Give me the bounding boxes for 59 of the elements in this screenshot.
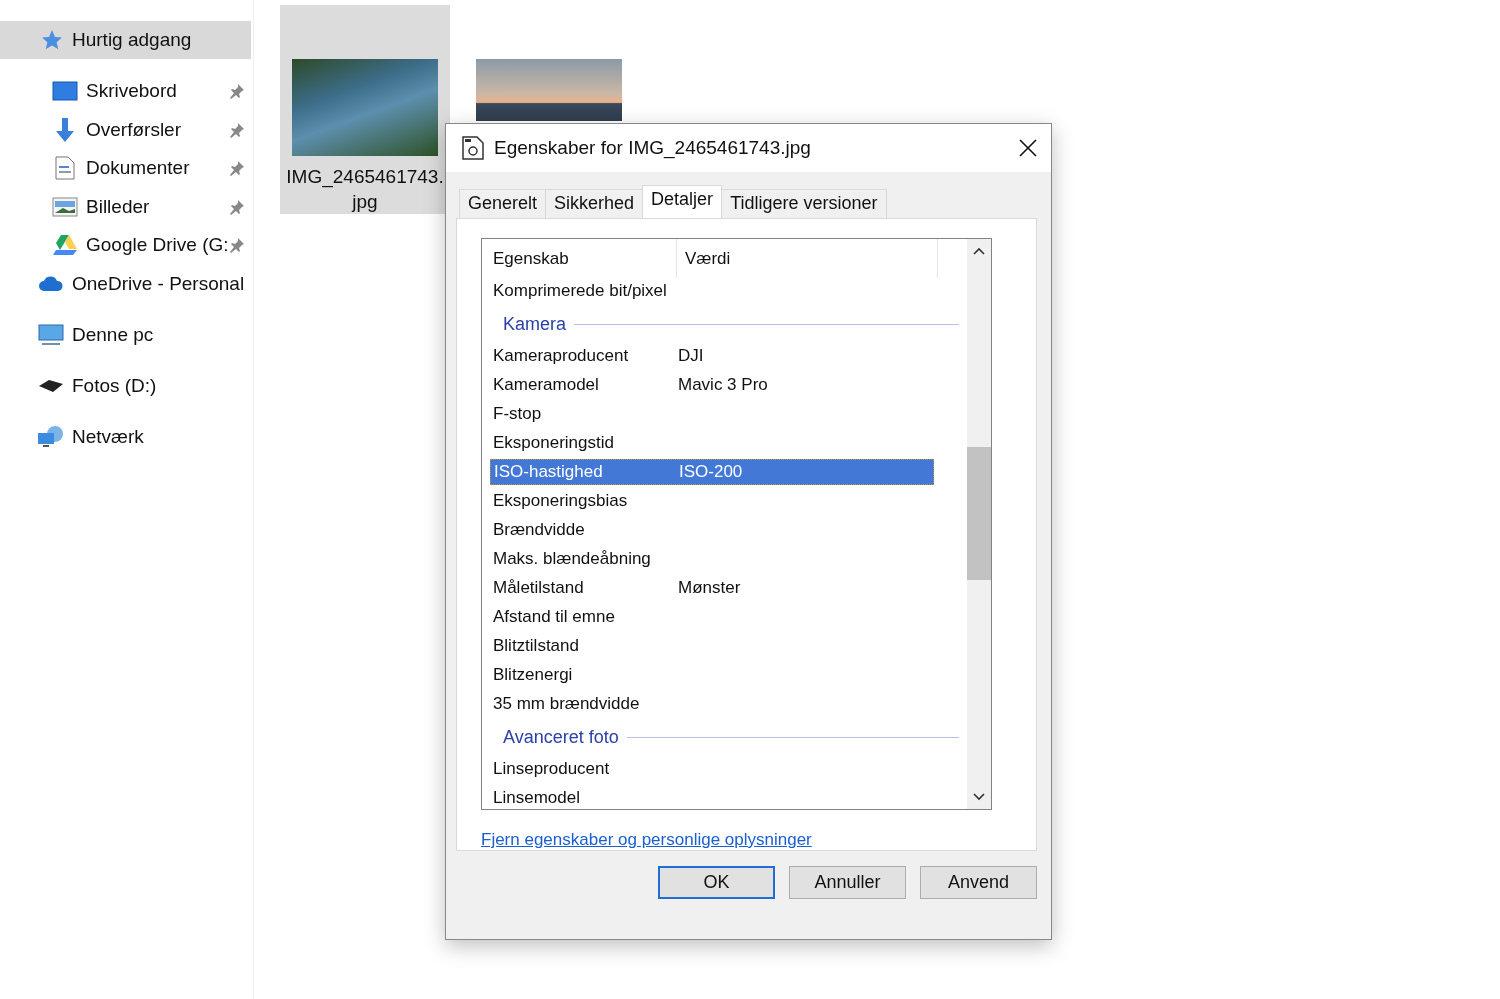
nav-item[interactable]: Denne pc <box>0 315 251 354</box>
column-header[interactable]: Egenskab <box>490 239 677 278</box>
network-icon <box>37 424 65 449</box>
drive-icon <box>38 377 64 394</box>
scrollbar-thumb[interactable] <box>967 447 991 580</box>
pin-icon[interactable] <box>229 160 245 177</box>
pin-icon[interactable] <box>229 121 245 138</box>
remove-properties-link[interactable]: Fjern egenskaber og personlige oplysninger <box>481 830 812 850</box>
property-row[interactable]: Linseproducent <box>490 756 934 782</box>
document-icon <box>55 156 75 181</box>
tab[interactable]: Tidligere versioner <box>721 189 887 218</box>
nav-item[interactable]: Netværk <box>0 417 251 456</box>
nav-item[interactable]: Dokumenter <box>0 149 251 188</box>
column-header[interactable]: Værdi <box>677 239 938 278</box>
nav-item[interactable]: OneDrive - Personal <box>0 264 251 303</box>
property-row[interactable]: Linsemodel <box>490 785 934 809</box>
close-icon[interactable] <box>1019 139 1037 157</box>
property-row[interactable]: Måletilstand Mønster <box>490 575 934 601</box>
nav-item[interactable]: Skrivebord <box>0 72 251 110</box>
property-row[interactable]: Kameramodel Mavic 3 Pro <box>490 372 934 398</box>
pin-icon[interactable] <box>229 237 245 254</box>
property-row[interactable]: ISO-hastighed ISO-200 <box>490 459 934 485</box>
group-heading: Avanceret foto <box>503 726 619 748</box>
nav-item[interactable]: Fotos (D:) <box>0 366 251 405</box>
tab[interactable]: Generelt <box>459 189 547 218</box>
dialog-button[interactable]: Annuller <box>789 866 906 899</box>
pin-icon[interactable] <box>229 83 245 99</box>
group-heading: Kamera <box>503 313 567 335</box>
properties-document-icon <box>460 135 486 161</box>
property-row[interactable]: Blitztilstand <box>490 633 934 659</box>
dialog-button[interactable]: OK <box>658 866 775 899</box>
nav-item[interactable]: Hurtig adgang <box>0 21 251 59</box>
file-tile[interactable]: IMG_2465461743.jpg <box>280 5 450 214</box>
property-row[interactable]: Eksponeringsbias <box>490 488 934 514</box>
property-row[interactable]: Blitzenergi <box>490 662 934 688</box>
cloud-icon <box>38 275 64 292</box>
file-name: IMG_2465461743.jpg <box>286 165 444 214</box>
property-row[interactable]: 35 mm brændvidde <box>490 691 934 717</box>
picture-icon <box>52 196 78 217</box>
property-row[interactable]: Brændvidde <box>490 517 934 543</box>
nav-item[interactable]: Billeder <box>0 187 251 226</box>
property-row[interactable]: Kameraproducent DJI <box>490 343 934 369</box>
drive-triangle-icon <box>52 234 78 257</box>
property-row[interactable]: Komprimerede bit/pixel <box>490 278 934 304</box>
desktop-icon <box>52 81 78 101</box>
pin-icon[interactable] <box>229 198 245 215</box>
property-row[interactable]: Maks. blændeåbning <box>490 546 934 572</box>
tab[interactable]: Detaljer <box>642 185 723 218</box>
property-row[interactable]: Eksponeringstid <box>490 430 934 456</box>
dialog-title: Egenskaber for IMG_2465461743.jpg <box>494 137 812 159</box>
nav-item[interactable]: Overførsler <box>0 110 251 149</box>
nav-item[interactable]: Google Drive (G: <box>0 226 251 265</box>
scroll-up-icon[interactable] <box>973 247 985 255</box>
monitor-icon <box>38 323 64 346</box>
property-row[interactable]: F-stop <box>490 401 934 427</box>
scroll-down-icon[interactable] <box>973 793 985 801</box>
scrollbar[interactable] <box>967 239 991 809</box>
property-row[interactable]: Afstand til emne <box>490 604 934 630</box>
dialog-button[interactable]: Anvend <box>920 866 1037 899</box>
